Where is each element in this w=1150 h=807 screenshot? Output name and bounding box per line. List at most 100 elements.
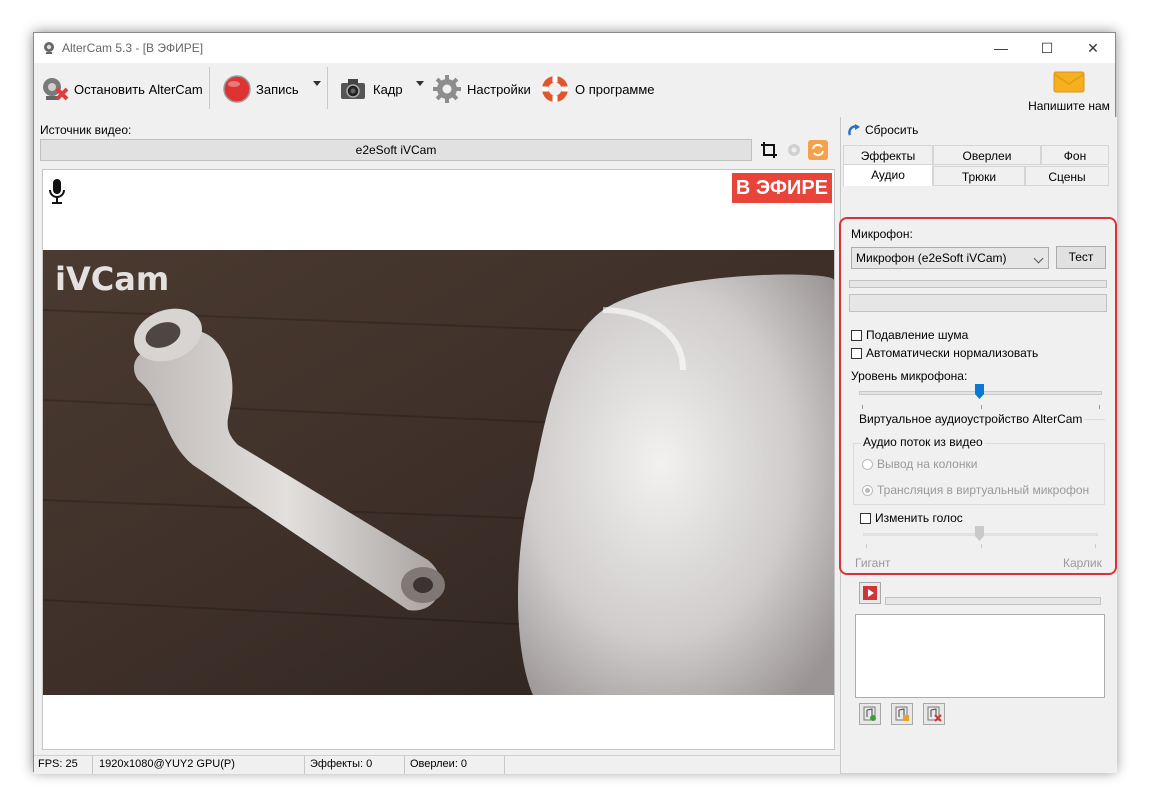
gear-icon [433,75,461,103]
checkbox-box[interactable] [851,329,862,341]
frame-button[interactable]: Кадр [339,71,403,107]
minimize-button[interactable]: — [978,33,1024,63]
audio-panel: Микрофон: Микрофон (e2eSoft iVCam) Тест … [839,217,1117,575]
toolbar-divider [209,67,210,109]
app-window: AlterCam 5.3 - [В ЭФИРЕ] — ☐ ✕ Остановит… [33,32,1117,774]
change-voice-checkbox[interactable]: Изменить голос [860,511,963,525]
test-button[interactable]: Тест [1056,246,1106,269]
radio-virtual-mic-label: Трансляция в виртуальный микрофон [877,483,1090,497]
about-label: О программе [575,81,655,97]
add-file-button[interactable] [859,703,881,725]
checkbox-box[interactable] [860,512,871,524]
video-frame: iVCam [43,250,834,695]
crop-icon [761,142,777,158]
frame-dropdown-icon[interactable] [416,81,424,86]
stop-altercam-button[interactable]: Остановить AlterCam [40,71,203,107]
write-us-label: Напишите нам [1028,99,1110,113]
voice-min-label: Гигант [855,556,891,570]
webcam-icon [44,42,54,54]
status-divider [404,756,405,774]
radio-circle[interactable] [862,458,873,470]
edit-file-button[interactable] [891,703,913,725]
record-dropdown-icon[interactable] [313,81,321,86]
video-pane: Источник видео: e2eSoft iVCam В ЭФИРЕ iV… [34,117,840,755]
reset-label: Сбросить [865,123,919,137]
lifebuoy-icon [542,76,568,102]
delete-file-button[interactable] [923,703,945,725]
status-divider [304,756,305,774]
add-music-icon [863,706,876,721]
radio-virtual-mic[interactable]: Трансляция в виртуальный микрофон [862,483,1089,497]
frame-label: Кадр [373,81,403,97]
about-button[interactable]: О программе [539,71,655,107]
microphone-icon [49,179,65,204]
status-bar: FPS: 25 1920x1080@YUY2 GPU(P) Эффекты: 0… [34,755,840,774]
checkbox-box[interactable] [851,347,862,359]
microphone-label: Микрофон: [851,227,913,241]
envelope-icon [1053,71,1085,93]
mic-level-slider-thumb[interactable] [975,384,984,399]
change-voice-label: Изменить голос [875,511,963,525]
video-image [43,250,834,695]
source-settings-button[interactable] [783,139,805,161]
tab-overlays[interactable]: Оверлеи [933,145,1041,165]
record-button[interactable]: Запись [222,71,299,107]
toolbar: Остановить AlterCam Запись Кадр Настройк… [34,63,1115,117]
status-divider [504,756,505,774]
settings-button[interactable]: Настройки [431,71,531,107]
tab-background[interactable]: Фон [1041,145,1109,165]
voice-slider-thumb[interactable] [975,526,984,541]
write-us-button[interactable]: Напишите нам [1024,67,1114,115]
slider-ticks [862,405,1100,409]
video-source-label: Источник видео: [40,123,132,137]
virtual-audio-group-label: Виртуальное аудиоустройство AlterCam [857,412,1085,426]
play-icon [863,586,877,600]
chevron-down-icon [1033,253,1044,264]
mic-level-bar [849,294,1107,312]
settings-label: Настройки [467,81,531,97]
window-title: AlterCam 5.3 - [В ЭФИРЕ] [62,41,204,55]
title-bar: AlterCam 5.3 - [В ЭФИРЕ] — ☐ ✕ [34,33,1115,63]
delete-music-icon [927,706,942,722]
radio-circle[interactable] [862,484,873,496]
reset-arrow-icon [848,124,860,136]
microphone-select[interactable]: Микрофон (e2eSoft iVCam) [851,247,1049,269]
tab-effects[interactable]: Эффекты [843,145,933,165]
record-label: Запись [256,81,299,97]
fps-status: FPS: 25 [38,758,78,770]
tab-audio[interactable]: Аудио [843,164,933,186]
effects-status: Эффекты: 0 [310,758,373,770]
play-button[interactable] [859,582,881,604]
voice-max-label: Карлик [1063,556,1102,570]
refresh-source-button[interactable] [808,140,828,160]
tab-scenes[interactable]: Сцены [1025,166,1109,186]
refresh-icon [812,143,824,157]
playback-progress [885,597,1101,605]
settings-pane: Сбросить Эффекты Оверлеи Фон Аудио Трюки… [839,117,1117,773]
close-button[interactable]: ✕ [1070,33,1116,63]
stop-altercam-label: Остановить AlterCam [74,81,203,97]
noise-suppression-checkbox[interactable]: Подавление шума [851,328,968,342]
format-status: 1920x1080@YUY2 GPU(P) [99,758,235,770]
maximize-button[interactable]: ☐ [1024,33,1070,63]
video-watermark: iVCam [55,260,170,298]
auto-normalize-checkbox[interactable]: Автоматически нормализовать [851,346,1038,360]
video-source-field[interactable]: e2eSoft iVCam [40,139,752,161]
record-icon [223,75,251,103]
camera-icon [341,79,365,99]
tab-tricks[interactable]: Трюки [933,166,1025,186]
edit-music-icon [895,706,909,721]
video-preview: В ЭФИРЕ iVCam [42,169,835,750]
radio-speakers[interactable]: Вывод на колонки [862,457,977,471]
audio-file-list[interactable] [855,614,1105,698]
auto-normalize-label: Автоматически нормализовать [866,346,1039,360]
toolbar-divider [327,67,328,109]
reset-button[interactable]: Сбросить [847,123,918,137]
noise-suppression-label: Подавление шума [866,328,969,342]
overlays-status: Оверлеи: 0 [410,758,468,770]
radio-speakers-label: Вывод на колонки [877,457,978,471]
mic-level-meter [849,280,1107,288]
onair-badge: В ЭФИРЕ [731,173,832,203]
crop-button[interactable] [758,139,780,161]
slider-ticks [866,544,1096,548]
